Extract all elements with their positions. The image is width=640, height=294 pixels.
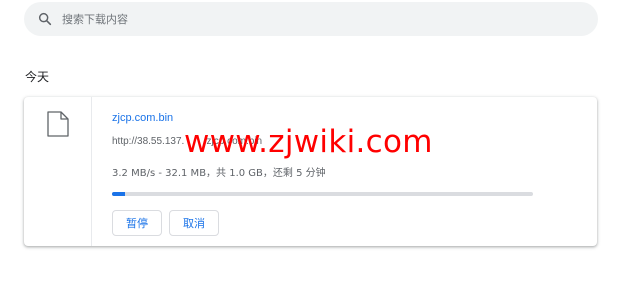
search-bar[interactable] [24, 2, 598, 36]
cancel-button[interactable]: 取消 [169, 210, 219, 236]
file-icon [47, 111, 69, 137]
progress-bar [112, 192, 533, 196]
search-icon [38, 12, 52, 26]
pause-button[interactable]: 暂停 [112, 210, 162, 236]
search-input[interactable] [62, 2, 582, 36]
download-status: 3.2 MB/s - 32.1 MB，共 1.0 GB，还剩 5 分钟 [112, 168, 326, 179]
file-name-link[interactable]: zjcp.com.bin [112, 112, 173, 124]
progress-fill [112, 192, 125, 196]
file-icon-column [24, 97, 92, 246]
download-item-card: zjcp.com.bin http://38.55.137. . . . /zj… [24, 97, 597, 246]
date-section-label: 今天 [25, 70, 50, 84]
watermark-text: www.zjwiki.com [184, 124, 433, 160]
